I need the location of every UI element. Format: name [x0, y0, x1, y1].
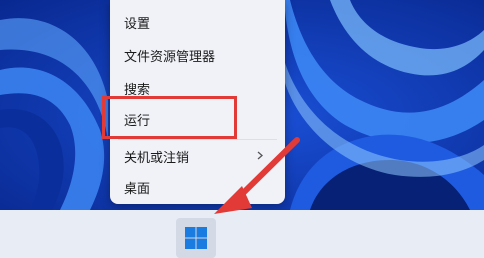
menu-item-label: 桌面	[124, 181, 151, 197]
chevron-right-icon	[257, 151, 263, 160]
menu-item-settings[interactable]: 设置	[110, 7, 285, 37]
menu-item-file-explorer[interactable]: 文件资源管理器	[110, 40, 285, 70]
menu-item-label: 设置	[124, 16, 151, 32]
menu-item-label: 关机或注销	[124, 150, 190, 166]
menu-separator	[118, 139, 277, 140]
windows-logo-icon	[185, 227, 207, 249]
taskbar	[0, 210, 484, 258]
menu-item-label: 文件资源管理器	[124, 49, 216, 65]
run-highlight-box	[102, 96, 237, 139]
menu-item-shutdown-or-signout[interactable]: 关机或注销	[110, 141, 285, 171]
start-button[interactable]	[176, 218, 216, 258]
menu-item-desktop[interactable]: 桌面	[110, 172, 285, 202]
menu-item-label: 搜索	[124, 82, 151, 98]
